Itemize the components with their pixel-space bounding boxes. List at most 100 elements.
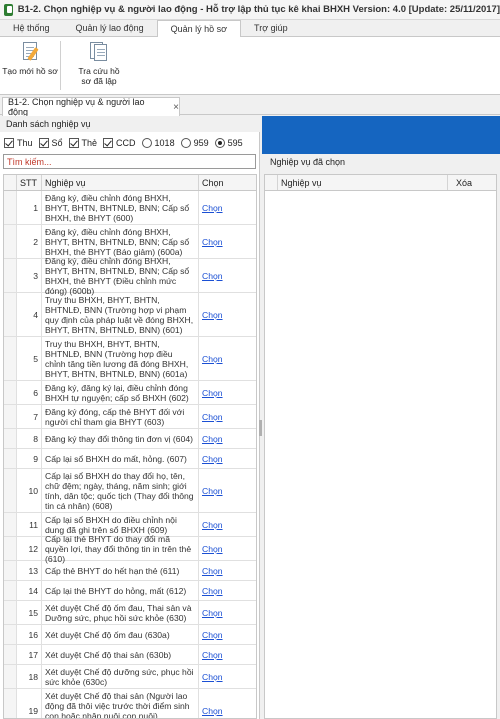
table-body: 1 Đăng ký, điều chỉnh đóng BHXH, BHYT, BH… bbox=[4, 191, 256, 718]
menu-tab-he-thong[interactable]: Hệ thống bbox=[0, 20, 63, 36]
table-row[interactable]: 4 Truy thu BHXH, BHYT, BHTN, BHTNLĐ, BNN … bbox=[4, 293, 256, 337]
radio-1018[interactable]: 1018 bbox=[141, 138, 175, 148]
row-selector[interactable] bbox=[4, 293, 17, 336]
choose-link[interactable]: Chọn bbox=[199, 191, 256, 224]
choose-link[interactable]: Chọn bbox=[199, 689, 256, 718]
choose-link[interactable]: Chọn bbox=[199, 293, 256, 336]
menu-tab-quan-ly-lao-dong[interactable]: Quản lý lao động bbox=[63, 20, 157, 36]
table-row[interactable]: 8 Đăng ký thay đổi thông tin đơn vị (604)… bbox=[4, 429, 256, 449]
row-selector[interactable] bbox=[4, 337, 17, 380]
choose-link[interactable]: Chọn bbox=[199, 665, 256, 688]
choose-link[interactable]: Chọn bbox=[199, 625, 256, 644]
choose-link[interactable]: Chọn bbox=[199, 581, 256, 600]
column-selected-name[interactable]: Nghiệp vụ bbox=[278, 175, 448, 190]
column-name[interactable]: Nghiệp vụ bbox=[42, 175, 199, 190]
row-selector[interactable] bbox=[4, 581, 17, 600]
checkbox-icon[interactable] bbox=[68, 138, 79, 148]
search-input[interactable]: Tìm kiếm... bbox=[3, 154, 256, 169]
column-choose[interactable]: Chọn bbox=[199, 175, 256, 190]
ribbon: Tạo mới hồ sơ Tra cứu hồ sơ đã lập bbox=[0, 37, 500, 95]
table-row[interactable]: 18 Xét duyệt Chế độ dưỡng sức, phục hồi s… bbox=[4, 665, 256, 689]
document-tab[interactable]: B1-2. Chọn nghiệp vụ & người lao động × bbox=[2, 97, 180, 117]
row-business-name: Cấp lại sổ BHXH do thay đổi họ, tên, chữ… bbox=[42, 469, 199, 512]
radio-icon[interactable] bbox=[180, 138, 191, 148]
checkbox-icon[interactable] bbox=[4, 138, 14, 148]
row-stt: 2 bbox=[17, 225, 42, 258]
row-selector[interactable] bbox=[4, 449, 17, 468]
choose-link[interactable]: Chọn bbox=[199, 449, 256, 468]
choose-link[interactable]: Chọn bbox=[199, 337, 256, 380]
row-selector[interactable] bbox=[4, 191, 17, 224]
row-selector[interactable] bbox=[4, 689, 17, 718]
checkbox-icon[interactable] bbox=[103, 138, 114, 148]
choose-link[interactable]: Chọn bbox=[199, 429, 256, 448]
row-selector[interactable] bbox=[4, 469, 17, 512]
lookup-label-line1: Tra cứu hồ bbox=[78, 66, 120, 76]
menu-tab-quan-ly-ho-so[interactable]: Quản lý hồ sơ bbox=[156, 20, 242, 37]
row-selector[interactable] bbox=[4, 665, 17, 688]
row-header-corner bbox=[4, 175, 17, 190]
row-selector[interactable] bbox=[4, 429, 17, 448]
choose-link[interactable]: Chọn bbox=[199, 645, 256, 664]
table-row[interactable]: 3 Đăng ký, điều chỉnh đóng BHXH, BHYT, BH… bbox=[4, 256, 256, 296]
filter-ccd[interactable]: CCD bbox=[103, 138, 136, 148]
filter-row: Thu Sổ Thẻ CCD 1018 959 595 bbox=[0, 133, 260, 153]
row-selector[interactable] bbox=[4, 561, 17, 580]
selected-table: Nghiệp vụ Xóa bbox=[264, 174, 497, 719]
filter-the[interactable]: Thẻ bbox=[68, 138, 97, 148]
radio-959[interactable]: 959 bbox=[180, 138, 209, 148]
filter-thu[interactable]: Thu bbox=[4, 138, 33, 148]
column-stt[interactable]: STT bbox=[17, 175, 42, 190]
table-row[interactable]: 1 Đăng ký, điều chỉnh đóng BHXH, BHYT, BH… bbox=[4, 191, 256, 225]
table-row[interactable]: 2 Đăng ký, điều chỉnh đóng BHXH, BHYT, BH… bbox=[4, 225, 256, 259]
table-row[interactable]: 10 Cấp lại sổ BHXH do thay đổi họ, tên, c… bbox=[4, 469, 256, 513]
table-row[interactable]: 7 Đăng ký đóng, cấp thẻ BHYT đối với ngườ… bbox=[4, 405, 256, 429]
table-row[interactable]: 6 Đăng ký, đăng ký lại, điều chỉnh đóng B… bbox=[4, 381, 256, 405]
new-record-button[interactable]: Tạo mới hồ sơ bbox=[0, 37, 60, 94]
choose-link[interactable]: Chọn bbox=[199, 513, 256, 536]
table-row[interactable]: 13 Cấp thẻ BHYT do hết hạn thẻ (611) Chọn bbox=[4, 561, 256, 581]
choose-link[interactable]: Chọn bbox=[199, 405, 256, 428]
row-business-name: Cấp thẻ BHYT do hết hạn thẻ (611) bbox=[42, 561, 199, 580]
choose-link[interactable]: Chọn bbox=[199, 469, 256, 512]
choose-link[interactable]: Chọn bbox=[199, 381, 256, 404]
menu-tab-tro-giup[interactable]: Trợ giúp bbox=[241, 20, 301, 36]
close-tab-icon[interactable]: × bbox=[173, 102, 179, 113]
checkbox-icon[interactable] bbox=[38, 138, 49, 148]
table-row[interactable]: 16 Xét duyệt Chế độ ốm đau (630a) Chọn bbox=[4, 625, 256, 645]
row-stt: 13 bbox=[17, 561, 42, 580]
new-record-label: Tạo mới hồ sơ bbox=[2, 66, 58, 76]
radio-icon[interactable] bbox=[141, 138, 152, 148]
table-row[interactable]: 5 Truy thu BHXH, BHYT, BHTN, BHTNLĐ, BNN … bbox=[4, 337, 256, 381]
documents-icon bbox=[88, 41, 110, 63]
row-selector[interactable] bbox=[4, 381, 17, 404]
row-selector[interactable] bbox=[4, 225, 17, 258]
filter-so[interactable]: Sổ bbox=[38, 138, 63, 148]
table-row[interactable]: 17 Xét duyệt Chế độ thai sản (630b) Chọn bbox=[4, 645, 256, 665]
radio-595[interactable]: 595 bbox=[214, 138, 243, 148]
table-row[interactable]: 15 Xét duyệt Chế độ ốm đau, Thai sản và D… bbox=[4, 601, 256, 625]
column-remove[interactable]: Xóa bbox=[448, 175, 496, 190]
table-header: STT Nghiệp vụ Chọn bbox=[4, 175, 256, 191]
row-selector[interactable] bbox=[4, 405, 17, 428]
choose-link[interactable]: Chọn bbox=[199, 225, 256, 258]
choose-link[interactable]: Chọn bbox=[199, 601, 256, 624]
row-business-name: Cấp lại sổ BHXH do mất, hỏng. (607) bbox=[42, 449, 199, 468]
row-business-name: Xét duyệt Chế độ dưỡng sức, phục hồi sức… bbox=[42, 665, 199, 688]
choose-link[interactable]: Chọn bbox=[199, 561, 256, 580]
row-selector[interactable] bbox=[4, 625, 17, 644]
row-selector[interactable] bbox=[4, 645, 17, 664]
row-selector[interactable] bbox=[4, 513, 17, 536]
row-selector[interactable] bbox=[4, 537, 17, 560]
table-row[interactable]: 19 Xét duyệt Chế độ thai sản (Người lao đ… bbox=[4, 689, 256, 718]
table-row[interactable]: 12 Cấp lại thẻ BHYT do thay đổi mã quyền … bbox=[4, 534, 256, 564]
radio-selected-icon[interactable] bbox=[214, 138, 225, 148]
table-row[interactable]: 14 Cấp lại thẻ BHYT do hỏng, mất (612) Chọ… bbox=[4, 581, 256, 601]
choose-link[interactable]: Chọn bbox=[199, 259, 256, 292]
row-selector[interactable] bbox=[4, 259, 17, 292]
row-selector[interactable] bbox=[4, 601, 17, 624]
lookup-records-button[interactable]: Tra cứu hồ sơ đã lập bbox=[61, 37, 137, 94]
table-row[interactable]: 9 Cấp lại sổ BHXH do mất, hỏng. (607) Chọn bbox=[4, 449, 256, 469]
selected-table-header: Nghiệp vụ Xóa bbox=[265, 175, 496, 191]
choose-link[interactable]: Chọn bbox=[199, 537, 256, 560]
